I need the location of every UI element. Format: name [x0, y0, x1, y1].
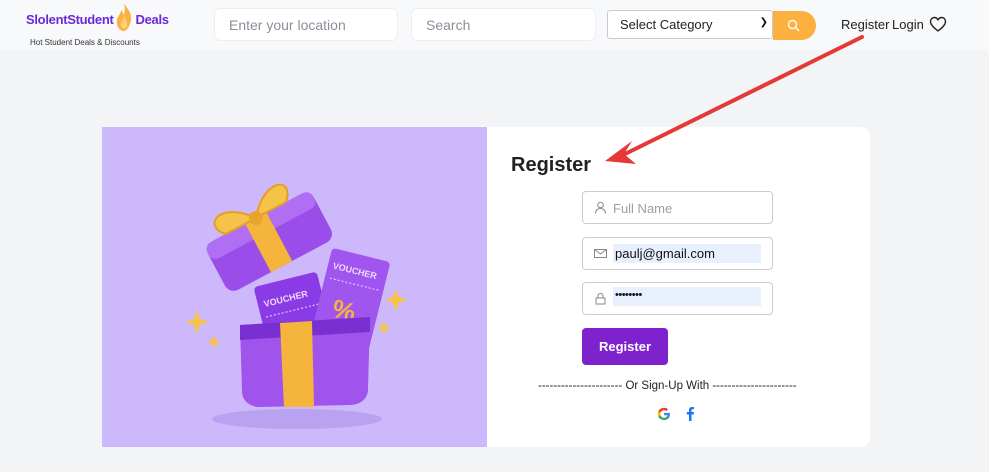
annotation-arrow [605, 35, 864, 164]
